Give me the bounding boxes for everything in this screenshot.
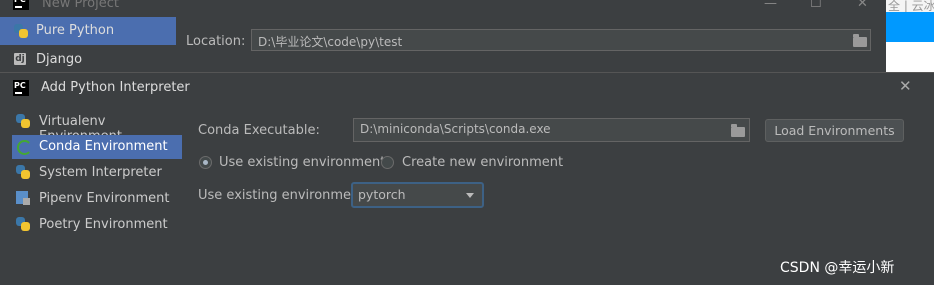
sidebar-item-label: System Interpreter bbox=[39, 165, 162, 180]
sidebar-item-system-interpreter[interactable]: System Interpreter bbox=[12, 161, 182, 185]
close-icon[interactable]: ✕ bbox=[899, 77, 912, 95]
python-icon bbox=[16, 217, 30, 231]
create-new-radio[interactable] bbox=[381, 156, 394, 169]
existing-environment-select[interactable]: pytorch bbox=[351, 182, 484, 208]
sidebar-item-label: Poetry Environment bbox=[39, 217, 168, 232]
sidebar-item-pure-python[interactable]: Pure Python bbox=[0, 17, 176, 45]
sidebar-item-django[interactable]: dj Django bbox=[0, 46, 176, 74]
maximize-button[interactable]: ☐ bbox=[810, 0, 822, 11]
use-existing-radio-label[interactable]: Use existing environment bbox=[219, 155, 385, 170]
sidebar-item-pipenv[interactable]: Pipenv Environment bbox=[12, 187, 182, 211]
sidebar-item-label: Pure Python bbox=[36, 23, 115, 38]
new-project-titlebar: PC New Project — ☐ ✕ bbox=[0, 0, 886, 16]
conda-executable-value: D:\miniconda\Scripts\conda.exe bbox=[360, 122, 551, 136]
pycharm-logo-icon: PC bbox=[13, 80, 29, 96]
python-icon bbox=[14, 24, 28, 38]
location-label: Location: bbox=[186, 34, 246, 49]
location-input[interactable]: D:\毕业论文\code\py\test bbox=[251, 29, 871, 51]
minimize-button[interactable]: — bbox=[764, 0, 777, 11]
folder-icon[interactable] bbox=[731, 124, 745, 137]
new-project-window: PC New Project — ☐ ✕ Pure Python dj Djan… bbox=[0, 0, 886, 72]
background-blue-bar bbox=[886, 12, 934, 42]
django-icon: dj bbox=[14, 53, 26, 65]
sidebar-item-conda[interactable]: Conda Environment bbox=[12, 135, 182, 159]
location-value: D:\毕业论文\code\py\test bbox=[258, 35, 403, 49]
add-python-interpreter-dialog: PC Add Python Interpreter ✕ Virtualenv E… bbox=[0, 72, 934, 285]
chevron-down-icon bbox=[466, 193, 474, 198]
sidebar-item-poetry[interactable]: Poetry Environment bbox=[12, 213, 182, 237]
folder-icon[interactable] bbox=[853, 34, 867, 47]
use-existing-radio[interactable] bbox=[199, 156, 212, 169]
create-new-radio-label[interactable]: Create new environment bbox=[402, 155, 563, 170]
sidebar-item-label: Conda Environment bbox=[39, 139, 168, 154]
close-window-button[interactable]: ✕ bbox=[857, 0, 868, 11]
sidebar-item-virtualenv[interactable]: Virtualenv Environment bbox=[12, 110, 182, 144]
conda-executable-label: Conda Executable: bbox=[198, 123, 320, 138]
dialog-title: Add Python Interpreter bbox=[41, 80, 190, 95]
sidebar-item-label: Pipenv Environment bbox=[39, 191, 170, 206]
existing-environment-label: Use existing environment: bbox=[198, 188, 369, 203]
new-project-title: New Project bbox=[42, 0, 119, 11]
pycharm-logo-icon: PC bbox=[13, 0, 29, 10]
conda-icon bbox=[17, 140, 32, 155]
conda-executable-input[interactable]: D:\miniconda\Scripts\conda.exe bbox=[353, 118, 750, 142]
watermark: CSDN @幸运小新 bbox=[780, 260, 895, 276]
python-icon bbox=[16, 165, 30, 179]
existing-environment-value: pytorch bbox=[358, 187, 406, 202]
load-environments-button[interactable]: Load Environments bbox=[765, 119, 904, 142]
sidebar-item-label: Django bbox=[36, 52, 83, 67]
python-icon bbox=[16, 114, 30, 128]
pipenv-icon bbox=[16, 191, 30, 205]
new-project-sidebar: Pure Python dj Django bbox=[0, 16, 176, 72]
